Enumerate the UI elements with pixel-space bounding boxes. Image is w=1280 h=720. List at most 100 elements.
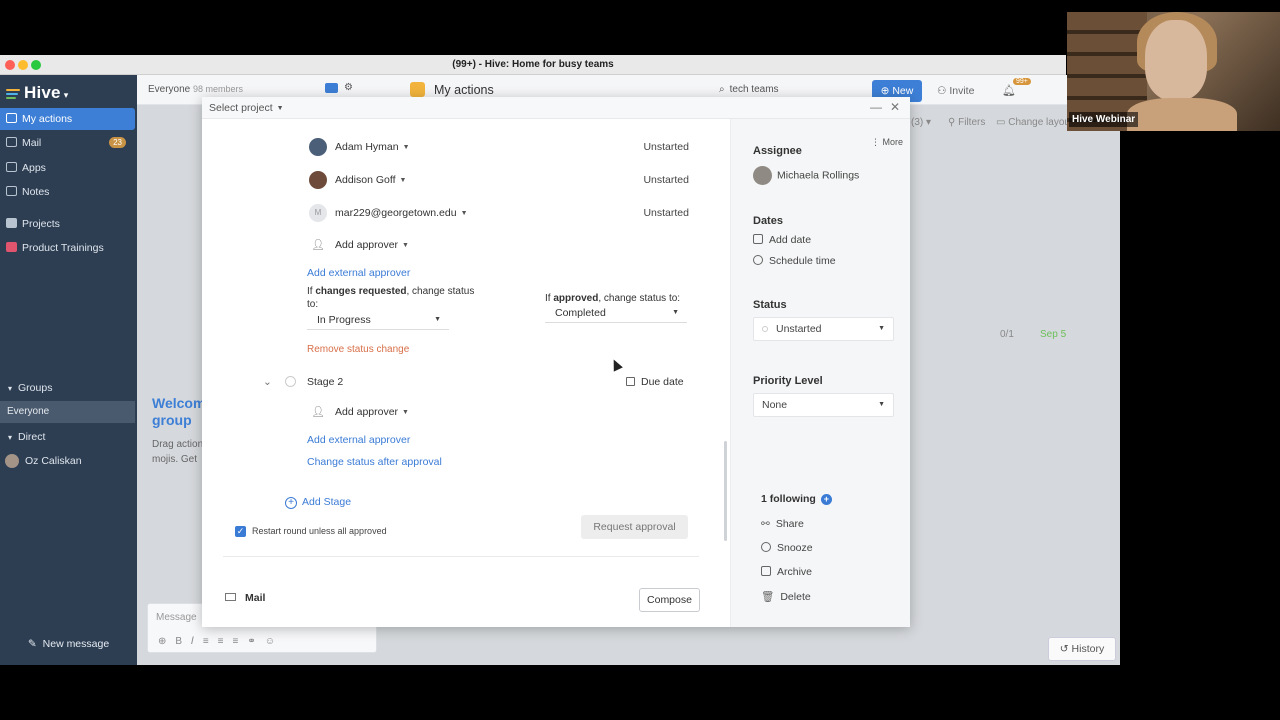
filter-icon: ⚲: [948, 117, 956, 128]
schedule-time-button[interactable]: Schedule time: [753, 255, 836, 267]
change-layout-button[interactable]: ▭ Change layou: [996, 117, 1070, 128]
approver-row[interactable]: Adam Hyman ▼ Unstarted: [309, 136, 689, 158]
clock-icon: [753, 255, 763, 265]
mail-section: Mail: [225, 592, 265, 604]
settings-icon[interactable]: ⚙: [344, 82, 353, 93]
add-date-button[interactable]: Add date: [753, 234, 811, 246]
avatar: [309, 171, 327, 190]
approval-panel: Adam Hyman ▼ Unstarted Addison Goff ▼ Unst…: [202, 119, 730, 627]
bell-icon[interactable]: 🔔︎: [1002, 84, 1016, 97]
new-message-button[interactable]: ✎ New message: [0, 631, 137, 657]
alarm-icon: [761, 542, 771, 552]
history-button[interactable]: ↺ History: [1048, 637, 1116, 661]
webcam-label: Hive Webinar: [1069, 112, 1139, 127]
direct-header[interactable]: ▾ Direct: [8, 431, 45, 443]
approved-status-dropdown[interactable]: Completed ▼: [545, 303, 687, 323]
status-label: Status: [753, 299, 787, 311]
formatting-toolbar[interactable]: ⊕B𝐼≡≡≡⚭☺: [158, 636, 284, 647]
sidebar-item-projects[interactable]: Projects: [0, 213, 137, 235]
assignee-value[interactable]: Michaela Rollings: [753, 166, 859, 185]
approver-row[interactable]: Mmar229@georgetown.edu ▼ Unstarted: [309, 202, 689, 224]
modal-window-controls: — ✕: [870, 100, 900, 114]
checklist-icon: [6, 113, 17, 123]
request-approval-button[interactable]: Request approval: [581, 515, 688, 539]
count-label: (3) ▾: [911, 117, 932, 128]
stage-title: Stage 2: [307, 376, 344, 388]
invite-button[interactable]: ⚇ Invite: [937, 85, 974, 97]
stage-collapse-chevron-icon[interactable]: ⌄: [263, 376, 272, 388]
window-titlebar: (99+) - Hive: Home for busy teams: [0, 55, 1066, 75]
snooze-button[interactable]: Snooze: [761, 542, 813, 554]
mail-icon: [6, 137, 17, 147]
close-icon[interactable]: ✕: [890, 100, 900, 114]
chevron-down-icon: ▼: [878, 325, 885, 332]
approver-row[interactable]: Addison Goff ▼ Unstarted: [309, 169, 689, 191]
sidebar-item-mail[interactable]: Mail 23: [0, 132, 137, 154]
group-everyone[interactable]: Everyone: [0, 401, 135, 423]
priority-dropdown[interactable]: None ▼: [753, 393, 894, 417]
add-stage-button[interactable]: + Add Stage: [285, 496, 351, 509]
restart-round-checkbox[interactable]: ✓: [235, 526, 246, 537]
trash-icon: 🗑︎: [761, 591, 775, 603]
chevron-down-icon: ▾: [8, 384, 13, 393]
priority-label: Priority Level: [753, 375, 823, 387]
chevron-down-icon: ▼: [434, 316, 441, 323]
chevron-down-icon: ▾: [8, 433, 13, 442]
avatar: [309, 138, 327, 157]
video-icon[interactable]: [325, 83, 338, 96]
share-button[interactable]: ⚯ Share: [761, 518, 804, 530]
due-date-button[interactable]: Due date: [626, 376, 684, 388]
notification-badge: 99+: [1013, 78, 1031, 85]
filters-button[interactable]: ⚲ Filters: [948, 117, 985, 128]
avatar: [753, 166, 772, 185]
delete-button[interactable]: 🗑︎ Delete: [761, 590, 811, 603]
change-status-after-approval-link[interactable]: Change status after approval: [307, 456, 442, 468]
sidebar-item-product-trainings[interactable]: Product Trainings: [0, 237, 137, 259]
window-title: (99+) - Hive: Home for busy teams: [452, 59, 614, 70]
sidebar-item-notes[interactable]: Notes: [0, 181, 137, 203]
presenter-face: [1145, 20, 1207, 100]
add-approver-dropdown-stage2[interactable]: 👤︎ Add approver ▼: [309, 401, 689, 423]
action-progress: 0/1: [1000, 329, 1014, 340]
select-project-dropdown[interactable]: Select project ▼: [209, 102, 284, 114]
assignee-label: Assignee: [753, 145, 802, 157]
sidebar-item-apps[interactable]: Apps: [0, 157, 137, 179]
avatar: [5, 454, 19, 468]
approver-status: Unstarted: [643, 174, 689, 186]
archive-icon: [761, 566, 771, 576]
add-approver-dropdown[interactable]: 👤︎ Add approver ▼: [309, 234, 689, 256]
calendar-icon: [753, 234, 763, 244]
folder-icon: [6, 218, 17, 228]
hive-logo-icon: [6, 87, 22, 101]
compose-button[interactable]: Compose: [639, 588, 700, 612]
welcome-heading: Welcom group: [152, 395, 206, 428]
remove-status-change-link[interactable]: Remove status change: [307, 344, 409, 355]
history-icon: ↺: [1059, 643, 1069, 655]
welcome-text: Drag action mojis. Get: [152, 439, 204, 465]
status-dot-icon: [762, 326, 768, 332]
groups-header[interactable]: ▾ Groups: [8, 382, 52, 394]
dates-label: Dates: [753, 215, 783, 227]
scrollbar[interactable]: [724, 441, 727, 541]
webcam-video: Hive Webinar: [1067, 12, 1280, 131]
archive-button[interactable]: Archive: [761, 566, 812, 578]
add-follower-icon[interactable]: +: [820, 494, 832, 505]
sidebar: Hive ▾ My actions Mail 23 Apps Notes Proje…: [0, 75, 137, 665]
mail-icon: [225, 593, 236, 601]
add-external-approver-link-stage2[interactable]: Add external approver: [307, 434, 410, 446]
restart-round-label: Restart round unless all approved: [252, 526, 387, 536]
minimize-icon[interactable]: —: [870, 100, 882, 114]
hive-logo[interactable]: Hive ▾: [6, 83, 68, 103]
more-vertical-icon: ⋮: [871, 137, 880, 147]
more-button[interactable]: ⋮ More: [871, 137, 903, 148]
presenter-body: [1127, 98, 1237, 131]
add-external-approver-link[interactable]: Add external approver: [307, 267, 410, 279]
search-input[interactable]: ⌕ tech teams: [719, 84, 779, 95]
status-dropdown[interactable]: Unstarted ▼: [753, 317, 894, 341]
search-icon: ⌕: [719, 84, 725, 95]
following-count[interactable]: 1 following +: [761, 493, 832, 505]
direct-user[interactable]: Oz Caliskan: [5, 454, 82, 468]
changes-status-dropdown[interactable]: In Progress ▼: [307, 310, 449, 330]
details-panel: ⋮ More Assignee Michaela Rollings Dates …: [730, 119, 910, 627]
sidebar-item-my-actions[interactable]: My actions: [0, 108, 135, 130]
